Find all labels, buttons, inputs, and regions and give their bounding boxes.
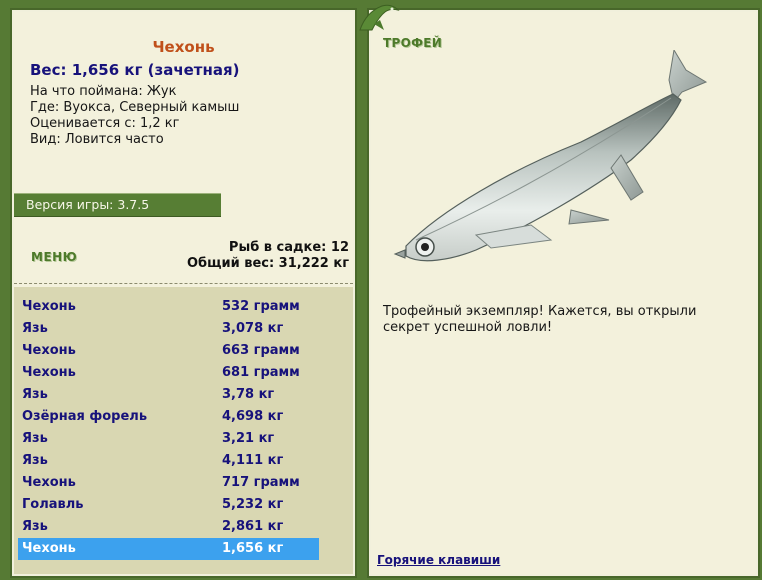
keep-row-fish-name: Чехонь — [22, 365, 76, 380]
version-bar: Версия игры: 3.7.5 — [14, 193, 221, 217]
keep-row[interactable]: Голавль 5,232 кг — [18, 494, 319, 516]
keep-row-weight: 1,656 кг — [222, 541, 284, 556]
value-info: Оценивается с: 1,2 кг — [30, 116, 180, 131]
keep-row[interactable]: Язь 4,111 кг — [18, 450, 319, 472]
trophy-label: ТРОФЕЙ — [383, 36, 443, 50]
keep-row-fish-name: Чехонь — [22, 343, 76, 358]
keep-row-fish-name: Чехонь — [22, 299, 76, 314]
lizard-icon — [359, 4, 400, 31]
keep-row[interactable]: Чехонь 532 грамм — [18, 296, 319, 318]
fish-count: Рыб в садке: 12 — [228, 240, 349, 255]
bait-info: На что поймана: Жук — [30, 84, 177, 99]
keep-row[interactable]: Язь 3,078 кг — [18, 318, 319, 340]
keep-row-weight: 2,861 кг — [222, 519, 284, 534]
kind-info: Вид: Ловится часто — [30, 132, 164, 147]
keep-row[interactable]: Язь 3,21 кг — [18, 428, 319, 450]
trophy-text: Трофейный экземпляр! Кажется, вы открыли… — [383, 304, 697, 335]
keep-row-fish-name: Голавль — [22, 497, 84, 512]
menu-button[interactable]: МЕНЮ — [31, 250, 77, 264]
keep-row[interactable]: Чехонь 663 грамм — [18, 340, 319, 362]
keep-row-weight: 3,21 кг — [222, 431, 275, 446]
keep-row-weight: 3,78 кг — [222, 387, 275, 402]
keep-row-fish-name: Чехонь — [22, 475, 76, 490]
divider — [14, 283, 353, 284]
keep-stats: Рыб в садке: 12 Общий вес: 31,222 кг — [187, 240, 349, 272]
keep-row-fish-name: Озёрная форель — [22, 409, 148, 424]
keep-list: Чехонь 532 грамм Язь 3,078 кг Чехонь 663 грам… — [14, 287, 353, 574]
keep-row-fish-name: Чехонь — [22, 541, 76, 556]
keep-row[interactable]: Язь 2,861 кг — [18, 516, 319, 538]
keep-row-weight: 4,111 кг — [222, 453, 284, 468]
catch-panel: Чехонь Вес: 1,656 кг (зачетная) На что п… — [10, 8, 357, 578]
version-label: Версия игры: 3.7.5 — [26, 197, 150, 212]
place-info: Где: Вуокса, Северный камыш — [30, 100, 240, 115]
keep-row-weight: 4,698 кг — [222, 409, 284, 424]
keep-row-weight: 5,232 кг — [222, 497, 284, 512]
total-weight: Общий вес: 31,222 кг — [186, 256, 349, 271]
fish-image — [393, 50, 708, 262]
keep-row-weight: 532 грамм — [222, 299, 300, 314]
keep-row-fish-name: Язь — [22, 519, 48, 534]
keep-row-weight: 681 грамм — [222, 365, 300, 380]
keep-row-weight: 717 грамм — [222, 475, 300, 490]
keep-row[interactable]: Чехонь 717 грамм — [18, 472, 319, 494]
fish-weight: Вес: 1,656 кг (зачетная) — [30, 61, 240, 79]
keep-row-fish-name: Язь — [22, 431, 48, 446]
keep-row-fish-name: Язь — [22, 453, 48, 468]
keep-row[interactable]: Озёрная форель 4,698 кг — [18, 406, 319, 428]
keep-row-weight: 663 грамм — [222, 343, 300, 358]
keep-row[interactable]: Чехонь 1,656 кг — [18, 538, 319, 560]
keep-row-fish-name: Язь — [22, 387, 48, 402]
hotkeys-link[interactable]: Горячие клавиши — [377, 553, 500, 567]
fish-title: Чехонь — [152, 38, 215, 56]
keep-row[interactable]: Чехонь 681 грамм — [18, 362, 319, 384]
keep-row[interactable]: Язь 3,78 кг — [18, 384, 319, 406]
keep-row-weight: 3,078 кг — [222, 321, 284, 336]
keep-row-fish-name: Язь — [22, 321, 48, 336]
trophy-panel: ТРОФЕЙ Трофейный экземпляр! Кажется, вы … — [367, 8, 760, 578]
